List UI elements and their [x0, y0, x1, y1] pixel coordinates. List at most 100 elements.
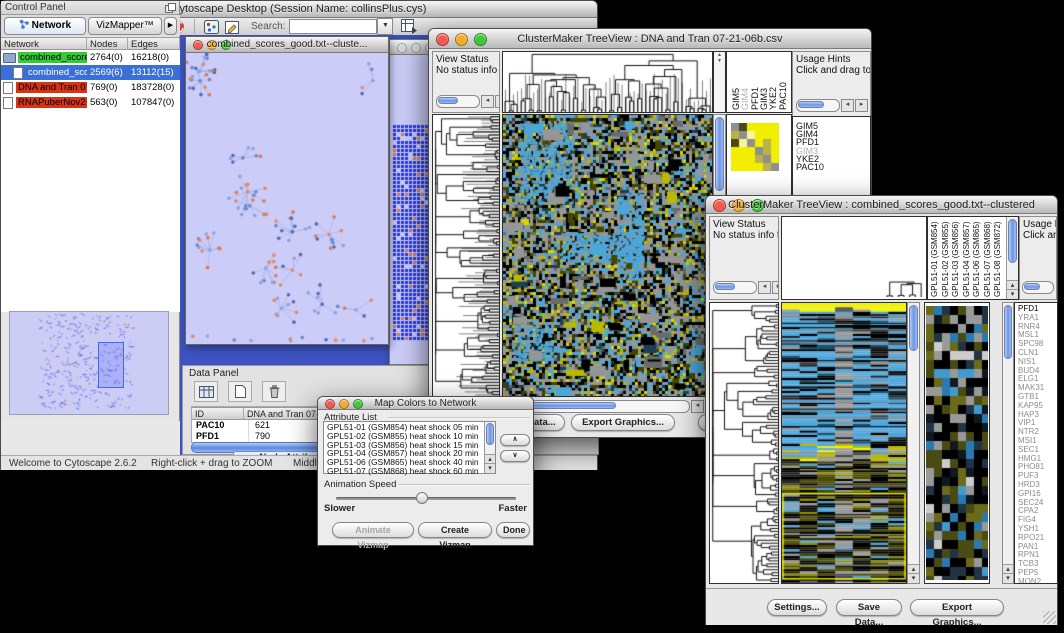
- tv2-save-data-button[interactable]: Save Data...: [836, 599, 902, 616]
- tv1-heatmap-canvas[interactable]: [503, 115, 712, 396]
- tv1-heatmap-hscrollbar[interactable]: ◂ ▸: [502, 400, 718, 413]
- attribute-table-icon[interactable]: [194, 381, 218, 402]
- view-status-hscrollbar[interactable]: ◂ ▸: [713, 281, 779, 294]
- move-up-button[interactable]: ∧: [500, 434, 530, 446]
- done-button[interactable]: Done: [496, 522, 530, 538]
- resize-grip[interactable]: [1043, 611, 1056, 624]
- network-overview-icon[interactable]: [204, 20, 219, 34]
- minimize-button[interactable]: [411, 43, 421, 53]
- scroll-down-icon[interactable]: ▾: [1007, 289, 1018, 299]
- column-nodes[interactable]: Nodes: [87, 38, 128, 49]
- tv1-heatmap-panel[interactable]: [502, 114, 713, 397]
- scrollbar-thumb[interactable]: [715, 117, 724, 191]
- tv2-column-dendrogram-panel[interactable]: [781, 216, 927, 300]
- close-button[interactable]: [397, 43, 407, 53]
- move-down-button[interactable]: ∨: [500, 450, 530, 462]
- animation-speed-slider-thumb[interactable]: [416, 492, 428, 504]
- tv2-row-dendrogram-canvas[interactable]: [710, 303, 778, 583]
- column-edges[interactable]: Edges: [128, 38, 180, 49]
- tv2-gene-list-scrollbar[interactable]: ▴ ▾: [1002, 302, 1014, 584]
- column-label[interactable]: GPL51-07 (GSM868): [983, 219, 994, 297]
- column-label[interactable]: YKE2: [768, 54, 777, 110]
- tv2-column-labels-scrollbar[interactable]: ▴ ▾: [1006, 217, 1018, 299]
- tab-vizmapper[interactable]: VizMapper™: [88, 17, 162, 35]
- scroll-left-icon[interactable]: ◂: [481, 95, 494, 108]
- tv2-settings-button[interactable]: Settings...: [767, 599, 827, 616]
- tab-overflow-button[interactable]: ▶: [164, 17, 177, 35]
- search-dropdown-arrow[interactable]: ▼: [377, 18, 393, 35]
- new-attribute-icon[interactable]: [228, 381, 252, 402]
- scrollbar-thumb[interactable]: [909, 305, 918, 351]
- tv2-heatmap-scrollbar[interactable]: ▴ ▾: [907, 302, 920, 584]
- annotation-icon[interactable]: [225, 20, 240, 34]
- import-table-icon[interactable]: [401, 19, 418, 34]
- attribute-list-item[interactable]: GPL51-07 (GSM868) heat shock 60 min: [327, 467, 492, 476]
- tab-network[interactable]: Network: [4, 17, 86, 35]
- birdseye-canvas[interactable]: [10, 312, 168, 414]
- tv2-heatmap-canvas[interactable]: [782, 303, 906, 583]
- column-label[interactable]: GPL51-04 (GSM857): [962, 219, 973, 297]
- column-network[interactable]: Network: [1, 38, 87, 49]
- attribute-list-scrollbar[interactable]: ▴ ▾: [484, 422, 495, 473]
- control-panel-header: Control Panel: [1, 1, 179, 15]
- treeview2-titlebar[interactable]: ClusterMaker TreeView : combined_scores_…: [706, 196, 1057, 214]
- scroll-down-icon[interactable]: ▾: [908, 573, 919, 583]
- column-label[interactable]: GPL51-01 (GSM854): [930, 219, 941, 297]
- birdseye-view[interactable]: [9, 311, 169, 415]
- tv2-zoom-panel[interactable]: [924, 302, 990, 584]
- search-input[interactable]: [289, 19, 377, 34]
- tv1-row-dendrogram-canvas[interactable]: [433, 115, 499, 396]
- scroll-right-icon[interactable]: ▸: [772, 281, 779, 294]
- column-label[interactable]: GPL51-03 (GSM856): [951, 219, 962, 297]
- scroll-left-icon[interactable]: ◂: [758, 281, 771, 294]
- network-tree-row[interactable]: combined_scores2764(0)16218(0): [1, 50, 180, 65]
- column-label[interactable]: GPL51-02 (GSM855): [941, 219, 952, 297]
- view-status-hscrollbar[interactable]: ◂ ▸: [436, 95, 500, 108]
- column-label[interactable]: GPL51-08 (GSM872): [993, 219, 1004, 297]
- delete-trash-icon[interactable]: [262, 381, 286, 402]
- scroll-left-icon[interactable]: ◂: [841, 99, 854, 112]
- birdseye-viewport-rect[interactable]: [98, 342, 124, 388]
- tv2-export-graphics-button[interactable]: Export Graphics...: [910, 599, 1004, 616]
- tv2-heatmap-panel[interactable]: [781, 302, 907, 584]
- tv1-export-graphics-button[interactable]: Export Graphics...: [571, 414, 675, 431]
- scroll-right-icon[interactable]: ▸: [855, 99, 868, 112]
- tv1-column-dendrogram-panel[interactable]: [502, 51, 713, 113]
- column-label[interactable]: PFD1: [750, 54, 759, 110]
- column-label[interactable]: GIM5: [731, 54, 740, 110]
- column-id[interactable]: ID: [192, 408, 244, 419]
- scroll-right-icon[interactable]: ▸: [495, 95, 500, 108]
- column-label[interactable]: GPL51-06 (GSM865): [972, 219, 983, 297]
- network-tree-row[interactable]: DNA and Tran 07769(0)183728(0): [1, 80, 180, 95]
- scrollbar-thumb[interactable]: [1008, 219, 1017, 263]
- row-label[interactable]: PAC10: [796, 163, 867, 171]
- animate-vizmap-button[interactable]: Animate Vizmap: [332, 522, 414, 538]
- tv2-column-dendrogram-canvas[interactable]: [884, 239, 924, 297]
- scroll-left-icon[interactable]: ◂: [691, 400, 704, 413]
- group-divider: [388, 417, 530, 419]
- dialog-titlebar[interactable]: Map Colors to Network: [318, 397, 533, 410]
- gene-label[interactable]: MON2: [1018, 578, 1054, 584]
- scroll-down-icon[interactable]: ▾: [485, 463, 495, 473]
- network-window-1-titlebar[interactable]: combined_scores_good.txt--cluste...: [186, 37, 388, 53]
- network-tree-row[interactable]: combined_sco2569(6)13112(15): [1, 65, 180, 80]
- treeview1-titlebar[interactable]: ClusterMaker TreeView : DNA and Tran 07-…: [429, 29, 871, 49]
- network-tree-row[interactable]: RNAPuberNov2+563(0)107847(0): [1, 95, 180, 110]
- tv2-row-dendrogram-panel[interactable]: [709, 302, 779, 584]
- column-label[interactable]: GIM4: [740, 54, 749, 110]
- tv1-zoom-matrix-canvas[interactable]: [731, 123, 779, 171]
- usage-hints-hscrollbar[interactable]: [1022, 281, 1054, 294]
- usage-hints-hscrollbar[interactable]: ◂ ▸: [796, 99, 868, 112]
- scroll-down-icon[interactable]: ▾: [1003, 573, 1013, 583]
- tv2-zoom-heatmap-canvas[interactable]: [926, 306, 988, 580]
- column-label[interactable]: PAC10: [778, 54, 787, 110]
- tv1-column-dendrogram-canvas[interactable]: [503, 52, 712, 112]
- create-vizmap-button[interactable]: Create Vizmap: [418, 522, 492, 538]
- network-view-1-canvas[interactable]: [186, 53, 388, 344]
- slower-label: Slower: [324, 503, 355, 514]
- scrollbar-thumb[interactable]: [1004, 305, 1012, 359]
- control-panel-title: Control Panel: [5, 2, 66, 13]
- column-label[interactable]: GIM3: [759, 54, 768, 110]
- tv1-row-dendrogram-panel[interactable]: [432, 114, 500, 397]
- scrollbar-thumb[interactable]: [486, 423, 494, 445]
